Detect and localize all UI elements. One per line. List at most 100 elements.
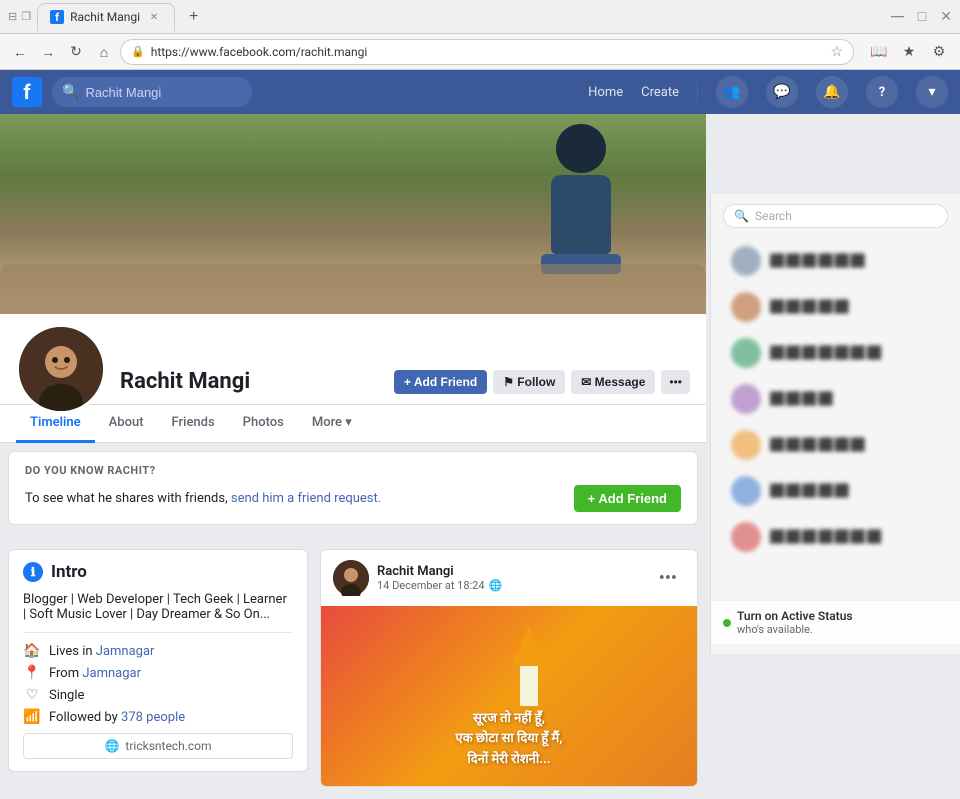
help-icon-button[interactable]: ? [866,76,898,108]
chat-item[interactable]: ⬛⬛⬛⬛⬛⬛ [719,238,952,284]
home-button[interactable]: ⌂ [92,40,116,64]
content-area: ℹ Intro Blogger | Web Developer | Tech G… [0,537,706,799]
cover-photo [0,114,706,314]
lives-in-link[interactable]: Jamnagar [96,644,155,659]
from-link[interactable]: Jamnagar [82,666,141,681]
heart-icon: ♡ [23,687,41,703]
window-icon: ⊟ [8,10,17,23]
intro-icon: ℹ [23,562,43,582]
follow-button[interactable]: ⚑ Follow [493,370,565,394]
candle-graphic [511,616,547,706]
intro-card: ℹ Intro Blogger | Web Developer | Tech G… [8,549,308,772]
main-content: Rachit Mangi + Add Friend ⚑ Follow ✉ Mes… [0,114,960,799]
chat-search-icon: 🔍 [734,209,749,223]
new-tab-button[interactable]: + [181,8,206,26]
active-status-sub: who's available. [737,623,853,636]
tab-more[interactable]: More ▾ [298,405,366,443]
minimize-button[interactable]: ─ [891,6,904,27]
refresh-button[interactable]: ↻ [64,40,88,64]
post-author: Rachit Mangi [377,564,643,579]
post-hindi-text: सूरज तो नहीं हूँ, एक छोटा सा दिया हूँ मै… [331,709,687,771]
intro-title-text: Intro [51,562,87,582]
flame-shape [511,616,547,666]
bookmark-icon[interactable]: ☆ [830,44,843,60]
know-bar-pre-text: To see what he shares with friends, [25,491,231,506]
chat-avatar [731,476,761,506]
chat-item[interactable]: ⬛⬛⬛⬛⬛⬛ [719,422,952,468]
post-more-button[interactable]: ••• [651,564,685,593]
nav-home[interactable]: Home [588,85,623,100]
followers-link[interactable]: 378 people [121,710,185,725]
add-friend-green-button[interactable]: + Add Friend [574,485,681,512]
website-text: tricksntech.com [125,739,211,753]
more-options-button[interactable]: ••• [661,370,690,394]
settings-button[interactable]: ⚙ [926,39,952,65]
browser-nav-right: 📖 ★ ⚙ [866,39,952,65]
address-bar[interactable]: 🔒 https://www.facebook.com/rachit.mangi … [120,39,854,65]
know-bar-content: To see what he shares with friends, send… [25,485,681,512]
facebook-header: f 🔍 Home Create 👥 💬 🔔 ? ▾ [0,70,960,114]
tab-close-button[interactable]: ✕ [146,9,162,25]
close-button[interactable]: ✕ [940,9,952,25]
post-meta: Rachit Mangi 14 December at 18:24 🌐 [377,564,643,592]
profile-action-buttons: + Add Friend ⚑ Follow ✉ Message ••• [394,370,690,394]
post-card: Rachit Mangi 14 December at 18:24 🌐 ••• [320,549,698,787]
notifications-icon-button[interactable]: 🔔 [816,76,848,108]
chat-search-box[interactable]: 🔍 Search [723,204,948,228]
website-link[interactable]: 🌐 tricksntech.com [23,733,293,759]
chat-item[interactable]: ⬛⬛⬛⬛⬛⬛⬛ [719,514,952,560]
browser-titlebar: ⊟ ❐ f Rachit Mangi ✕ + ─ □ ✕ [0,0,960,34]
active-status-bar[interactable]: Turn on Active Status who's available. [711,600,960,644]
search-icon: 🔍 [62,84,79,100]
avatar-image [19,327,103,411]
notifications-icon: 🔔 [823,84,840,100]
message-button[interactable]: ✉ Message [571,370,655,394]
facebook-search-box[interactable]: 🔍 [52,77,252,107]
tab-friends[interactable]: Friends [158,405,229,443]
chat-avatar [731,430,761,460]
post-globe-icon: 🌐 [489,579,503,592]
tab-photos[interactable]: Photos [229,405,298,443]
tab-favicon: f [50,10,64,24]
account-dropdown-button[interactable]: ▾ [916,76,948,108]
friend-request-link[interactable]: send him a friend request. [231,491,381,506]
intro-item-status: ♡ Single [23,687,293,703]
profile-info-bar: Rachit Mangi + Add Friend ⚑ Follow ✉ Mes… [0,314,706,405]
profile-avatar [16,324,106,414]
chat-item[interactable]: ⬛⬛⬛⬛⬛ [719,284,952,330]
intro-item-followers: 📶 Followed by 378 people [23,709,293,725]
tab-about[interactable]: About [95,405,158,443]
chat-item[interactable]: ⬛⬛⬛⬛⬛ [719,468,952,514]
intro-title: ℹ Intro [23,562,293,582]
nav-create[interactable]: Create [641,85,679,100]
forward-button[interactable]: → [36,40,60,64]
messenger-icon: 💬 [773,84,790,100]
post-image: सूरज तो नहीं हूँ, एक छोटा सा दिया हूँ मै… [321,606,697,786]
active-tab[interactable]: f Rachit Mangi ✕ [37,3,175,31]
favorites-button[interactable]: ★ [896,39,922,65]
chat-item[interactable]: ⬛⬛⬛⬛⬛⬛⬛ [719,330,952,376]
messenger-icon-button[interactable]: 💬 [766,76,798,108]
reader-view-button[interactable]: 📖 [866,39,892,65]
add-friend-button[interactable]: + Add Friend [394,370,487,394]
chat-avatar [731,246,761,276]
maximize-button[interactable]: □ [918,8,926,25]
post-time: 14 December at 18:24 🌐 [377,579,643,592]
hindi-line-2: एक छोटा सा दिया हूँ मैं, [331,729,687,750]
facebook-logo: f [12,77,42,107]
post-header: Rachit Mangi 14 December at 18:24 🌐 ••• [321,550,697,606]
profile-name: Rachit Mangi [120,369,250,394]
chat-item[interactable]: ⬛⬛⬛⬛ [719,376,952,422]
intro-item-lives: 🏠 Lives in Jamnagar [23,643,293,659]
hindi-line-3: दिनों मेरी रोशनी... [331,750,687,771]
chat-avatar [731,522,761,552]
globe-icon: 🌐 [104,739,119,753]
right-sidebar: 🔍 Search ⬛⬛⬛⬛⬛⬛ ⬛⬛⬛⬛⬛ ⬛⬛⬛⬛⬛⬛⬛ ⬛⬛⬛⬛ [710,194,960,654]
back-button[interactable]: ← [8,40,32,64]
chat-avatar [731,292,761,322]
tab-title: Rachit Mangi [70,10,140,24]
facebook-search-input[interactable] [85,85,225,100]
chat-avatar [731,338,761,368]
profile-tabs: Timeline About Friends Photos More ▾ [0,405,706,443]
friends-icon-button[interactable]: 👥 [716,76,748,108]
